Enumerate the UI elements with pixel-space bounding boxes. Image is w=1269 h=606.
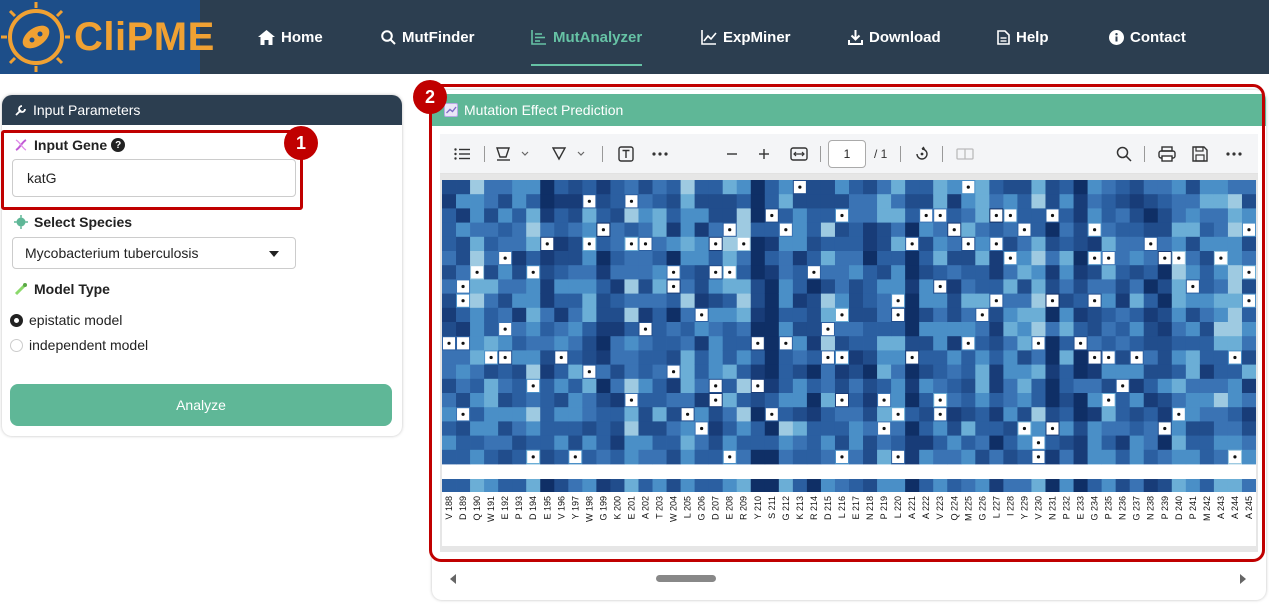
nav-expminer[interactable]: ExpMiner <box>701 24 791 50</box>
highlight-box-2 <box>429 84 1265 562</box>
scroll-left-icon[interactable] <box>450 574 456 584</box>
horizontal-scrollbar[interactable] <box>440 570 1258 588</box>
chart-icon <box>531 29 546 45</box>
bacterium-logo-icon <box>0 0 70 74</box>
annotation-badge-1: 1 <box>284 126 318 160</box>
radio-unselected-icon <box>10 338 23 352</box>
pipette-icon <box>14 283 27 296</box>
download-icon <box>848 29 863 45</box>
nav-mutfinder[interactable]: MutFinder <box>381 24 475 50</box>
model-type-label: Model Type <box>14 281 110 297</box>
radio-selected-icon <box>10 313 23 327</box>
nav-download[interactable]: Download <box>848 24 941 50</box>
nav-mutanalyzer[interactable]: MutAnalyzer <box>531 24 642 50</box>
wrench-icon <box>15 104 26 116</box>
select-species-label: Select Species <box>14 214 132 230</box>
analyze-button[interactable]: Analyze <box>10 384 392 426</box>
species-select[interactable]: Mycobacterium tuberculosis <box>12 237 296 269</box>
nav-contact[interactable]: Contact <box>1109 24 1186 50</box>
input-parameters-header: Input Parameters <box>2 95 402 125</box>
microbe-icon <box>14 215 28 229</box>
line-chart-icon <box>701 29 717 45</box>
brand-name: CliPME <box>74 14 215 59</box>
highlight-box-1 <box>1 130 303 210</box>
info-icon <box>1109 29 1124 45</box>
annotation-badge-2: 2 <box>413 80 447 114</box>
nav-help[interactable]: Help <box>997 24 1049 50</box>
radio-epistatic-model[interactable]: epistatic model <box>10 312 122 328</box>
document-icon <box>997 29 1010 45</box>
nav-home[interactable]: Home <box>258 24 323 50</box>
scroll-right-icon[interactable] <box>1240 574 1246 584</box>
radio-independent-model[interactable]: independent model <box>10 337 148 353</box>
active-tab-underline <box>531 64 642 66</box>
scrollbar-thumb[interactable] <box>656 575 716 582</box>
brand-logo[interactable]: CliPME <box>0 0 214 74</box>
top-navbar: CliPME Home MutFinder MutAnalyzer ExpMin… <box>0 0 1269 74</box>
caret-down-icon <box>269 251 279 257</box>
search-icon <box>381 29 396 45</box>
home-icon <box>258 29 275 45</box>
